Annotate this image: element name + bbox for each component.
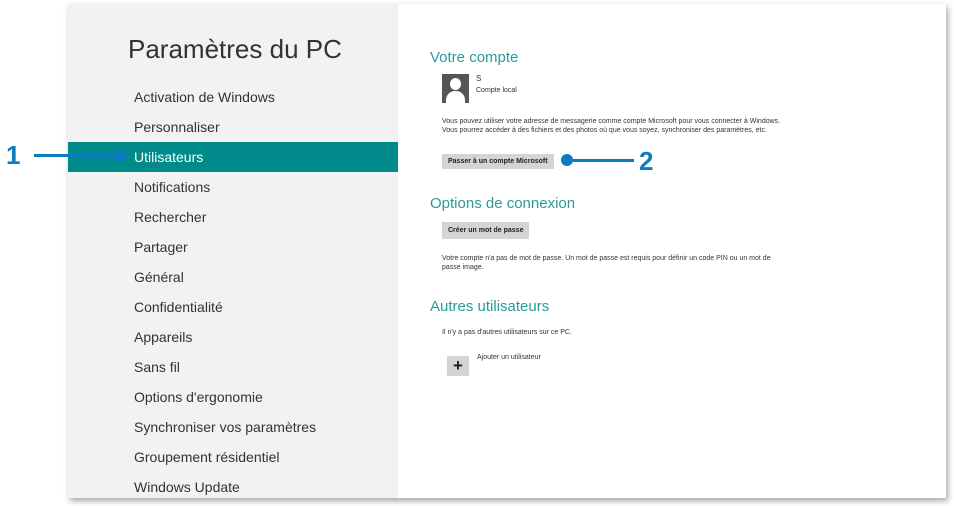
callout-2-line xyxy=(568,159,634,162)
sidebar-item-wireless[interactable]: Sans fil xyxy=(68,352,398,382)
sidebar-item-devices[interactable]: Appareils xyxy=(68,322,398,352)
sidebar-item-sync[interactable]: Synchroniser vos paramètres xyxy=(68,412,398,442)
avatar xyxy=(442,74,469,103)
callout-1-line xyxy=(34,154,120,157)
add-user-link[interactable]: Ajouter un utilisateur xyxy=(477,353,541,362)
add-user-plus-icon[interactable]: + xyxy=(447,356,469,376)
sidebar-item-share[interactable]: Partager xyxy=(68,232,398,262)
sidebar-item-privacy[interactable]: Confidentialité xyxy=(68,292,398,322)
signin-options-heading: Options de connexion xyxy=(430,195,576,212)
sidebar-nav: Activation de Windows Personnaliser Util… xyxy=(68,82,398,502)
sidebar-item-notifications[interactable]: Notifications xyxy=(68,172,398,202)
other-users-heading: Autres utilisateurs xyxy=(430,298,550,315)
switch-microsoft-account-button[interactable]: Passer à un compte Microsoft xyxy=(442,154,554,169)
callout-1-label: 1 xyxy=(6,140,21,170)
sidebar-item-ease-of-access[interactable]: Options d'ergonomie xyxy=(68,382,398,412)
sidebar-item-windows-update[interactable]: Windows Update xyxy=(68,472,398,502)
account-heading: Votre compte xyxy=(430,49,519,66)
other-users-description: Il n'y a pas d'autres utilisateurs sur c… xyxy=(442,329,572,336)
page-title: Paramètres du PC xyxy=(128,34,342,64)
sidebar-item-homegroup[interactable]: Groupement résidentiel xyxy=(68,442,398,472)
pc-settings-window: Paramètres du PC Activation de Windows P… xyxy=(68,4,946,498)
account-description: Vous pouvez utiliser votre adresse de me… xyxy=(442,118,781,134)
signin-description: Votre compte n'a pas de mot de passe. Un… xyxy=(442,255,771,271)
user-name: S xyxy=(476,74,482,83)
callout-2-label: 2 xyxy=(639,146,654,176)
sidebar-item-activation[interactable]: Activation de Windows xyxy=(68,82,398,112)
sidebar-item-personalize[interactable]: Personnaliser xyxy=(68,112,398,142)
callout-1-dot xyxy=(114,150,126,162)
create-password-button[interactable]: Créer un mot de passe xyxy=(442,222,530,239)
sidebar-item-search[interactable]: Rechercher xyxy=(68,202,398,232)
sidebar: Paramètres du PC Activation de Windows P… xyxy=(68,4,398,498)
sidebar-item-general[interactable]: Général xyxy=(68,262,398,292)
user-type: Compte local xyxy=(476,87,517,94)
